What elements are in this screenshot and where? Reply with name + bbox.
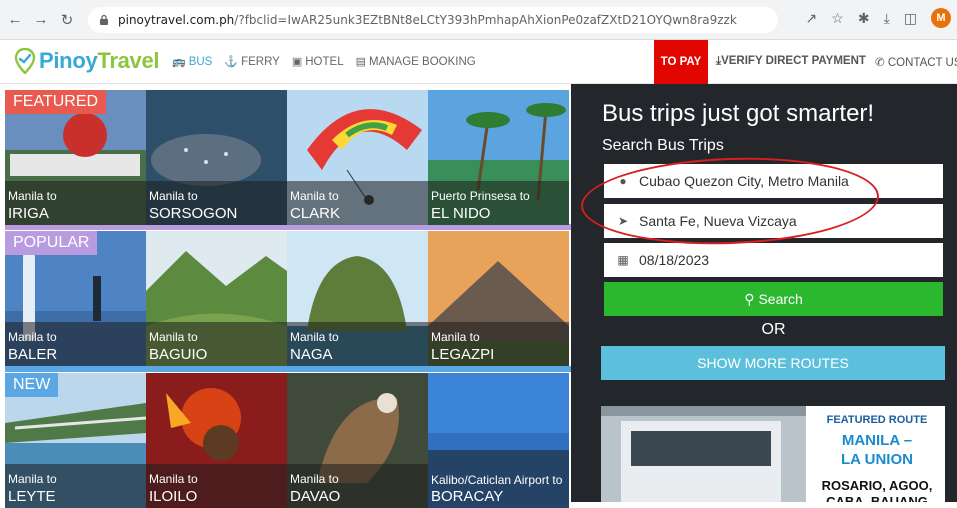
- tile-destination: NAGA: [290, 346, 333, 363]
- address-bar[interactable]: pinoytravel.com.ph/?fbclid=IwAR25unk3EZt…: [88, 7, 778, 33]
- tile-origin: Puerto Prinsesa to: [431, 189, 530, 203]
- url-path: /?fbclid=IwAR25unk3EZtBNt8eLCtY393hPmhap…: [234, 13, 737, 27]
- bus-icon: 🚌: [172, 56, 186, 68]
- nav-hotel[interactable]: ▣ HOTEL: [291, 55, 344, 69]
- tile-destination: EL NIDO: [431, 205, 491, 222]
- lock-icon: [100, 14, 108, 25]
- verify-payment-link[interactable]: ⤓VERIFY DIRECT PAYMENT: [716, 55, 866, 68]
- logo-text-pinoy: Pinoy: [39, 48, 98, 73]
- popular-ribbon: POPULAR: [5, 231, 98, 255]
- tile-naga[interactable]: Manila to NAGA: [287, 231, 428, 366]
- nav-ferry[interactable]: ⚓ FERRY: [224, 55, 279, 69]
- panel-title: Bus trips just got smarter!: [602, 100, 875, 127]
- tile-origin: Manila to: [290, 189, 339, 203]
- profile-avatar[interactable]: M: [931, 8, 951, 28]
- document-icon: ▤: [355, 56, 366, 68]
- tile-destination: DAVAO: [290, 488, 341, 505]
- date-field[interactable]: ▦ 08/18/2023: [604, 243, 943, 277]
- tile-sorsogon[interactable]: Manila to SORSOGON: [146, 90, 287, 225]
- or-separator: OR: [761, 321, 786, 338]
- new-ribbon: NEW: [5, 373, 59, 397]
- tile-boracay[interactable]: Kalibo/Caticlan Airport to BORACAY: [428, 373, 569, 508]
- calendar-icon: ▦: [617, 253, 629, 267]
- tile-destination: CLARK: [290, 205, 341, 222]
- side-panel-icon[interactable]: ◫: [904, 10, 917, 27]
- location-arrow-icon: ➤: [617, 214, 629, 228]
- tile-origin: Manila to: [149, 330, 198, 344]
- contact-us-link[interactable]: ✆ CONTACT US: [875, 55, 957, 69]
- extensions-puzzle-icon[interactable]: ✱: [858, 10, 870, 27]
- tile-destination: BORACAY: [431, 488, 504, 505]
- main-nav: 🚌 BUS ⚓ FERRY ▣ HOTEL ▤ MANAGE BOOKING: [172, 55, 476, 69]
- tile-baguio[interactable]: Manila to BAGUIO: [146, 231, 287, 366]
- tile-origin: Manila to: [8, 330, 57, 344]
- destination-field[interactable]: ➤ Santa Fe, Nueva Vizcaya: [604, 204, 943, 238]
- forward-icon[interactable]: →: [30, 9, 52, 31]
- tile-clark[interactable]: Manila to CLARK: [287, 90, 428, 225]
- tile-origin: Kalibo/Caticlan Airport to: [431, 473, 563, 487]
- tile-destination: BAGUIO: [149, 346, 208, 363]
- tile-destination: SORSOGON: [149, 205, 238, 222]
- tile-origin: Manila to: [149, 189, 198, 203]
- tile-origin: Manila to: [431, 330, 480, 344]
- tile-origin: Manila to: [290, 330, 339, 344]
- date-value: 08/18/2023: [639, 252, 710, 268]
- tile-origin: Manila to: [290, 472, 339, 486]
- destination-value: Santa Fe, Nueva Vizcaya: [639, 213, 797, 229]
- origin-value: Cubao Quezon City, Metro Manila: [639, 173, 849, 189]
- hotel-icon: ▣: [291, 56, 303, 68]
- tile-destination: LEYTE: [8, 488, 56, 505]
- tile-destination: BALER: [8, 346, 58, 363]
- tile-destination: ILOILO: [149, 488, 198, 505]
- tile-origin: Manila to: [149, 472, 198, 486]
- map-pin-logo-icon: [14, 48, 36, 74]
- logo-text-travel: Travel: [97, 48, 160, 73]
- share-icon[interactable]: ↗: [806, 10, 818, 27]
- site-logo[interactable]: Pinoy Travel: [14, 48, 160, 74]
- search-icon: ⚲: [744, 290, 755, 307]
- reload-icon[interactable]: ↻: [56, 9, 78, 31]
- destination-grid: Manila to IRIGA Manila to SORSOGON Manil…: [5, 90, 571, 508]
- featured-route-name: MANILA – LA UNION: [841, 432, 913, 468]
- back-icon[interactable]: ←: [4, 9, 26, 31]
- tile-destination: LEGAZPI: [431, 346, 495, 363]
- panel-subtitle: Search Bus Trips: [602, 137, 724, 154]
- tile-destination: IRIGA: [8, 205, 49, 222]
- phone-icon: ✆: [875, 57, 888, 69]
- bookmark-star-icon[interactable]: ☆: [831, 10, 844, 27]
- download-icon[interactable]: ⤓: [884, 10, 890, 27]
- featured-route-banner[interactable]: FEATURED ROUTE MANILA – LA UNION ROSARIO…: [601, 406, 945, 502]
- featured-route-stops: ROSARIO, AGOO, CABA, BAUANG: [821, 478, 933, 502]
- browser-actions: ↗ ☆ ✱ ⤓ ◫ M: [806, 8, 951, 28]
- anchor-icon: ⚓: [224, 56, 239, 68]
- map-marker-icon: ●: [619, 174, 627, 188]
- tile-el-nido[interactable]: Puerto Prinsesa to EL NIDO: [428, 90, 569, 225]
- featured-route-label: FEATURED ROUTE: [826, 414, 928, 426]
- tile-origin: Manila to: [8, 472, 57, 486]
- search-button[interactable]: ⚲ Search: [604, 282, 943, 316]
- nav-manage-booking[interactable]: ▤ MANAGE BOOKING: [355, 55, 476, 69]
- featured-ribbon: FEATURED: [5, 90, 107, 114]
- nav-bus[interactable]: 🚌 BUS: [172, 55, 212, 69]
- url-host: pinoytravel.com.ph: [118, 13, 235, 27]
- browser-toolbar: ← → ↻ pinoytravel.com.ph/?fbclid=IwAR25u…: [0, 0, 957, 40]
- origin-field[interactable]: ● Cubao Quezon City, Metro Manila: [604, 164, 943, 198]
- tile-davao[interactable]: Manila to DAVAO: [287, 373, 428, 508]
- tile-iloilo[interactable]: Manila to ILOILO: [146, 373, 287, 508]
- show-more-routes-button[interactable]: SHOW MORE ROUTES: [601, 346, 945, 380]
- tile-origin: Manila to: [8, 189, 57, 203]
- to-pay-button[interactable]: TO PAY: [654, 40, 708, 84]
- tile-legazpi[interactable]: Manila to LEGAZPI: [428, 231, 569, 366]
- bus-image: [601, 406, 806, 502]
